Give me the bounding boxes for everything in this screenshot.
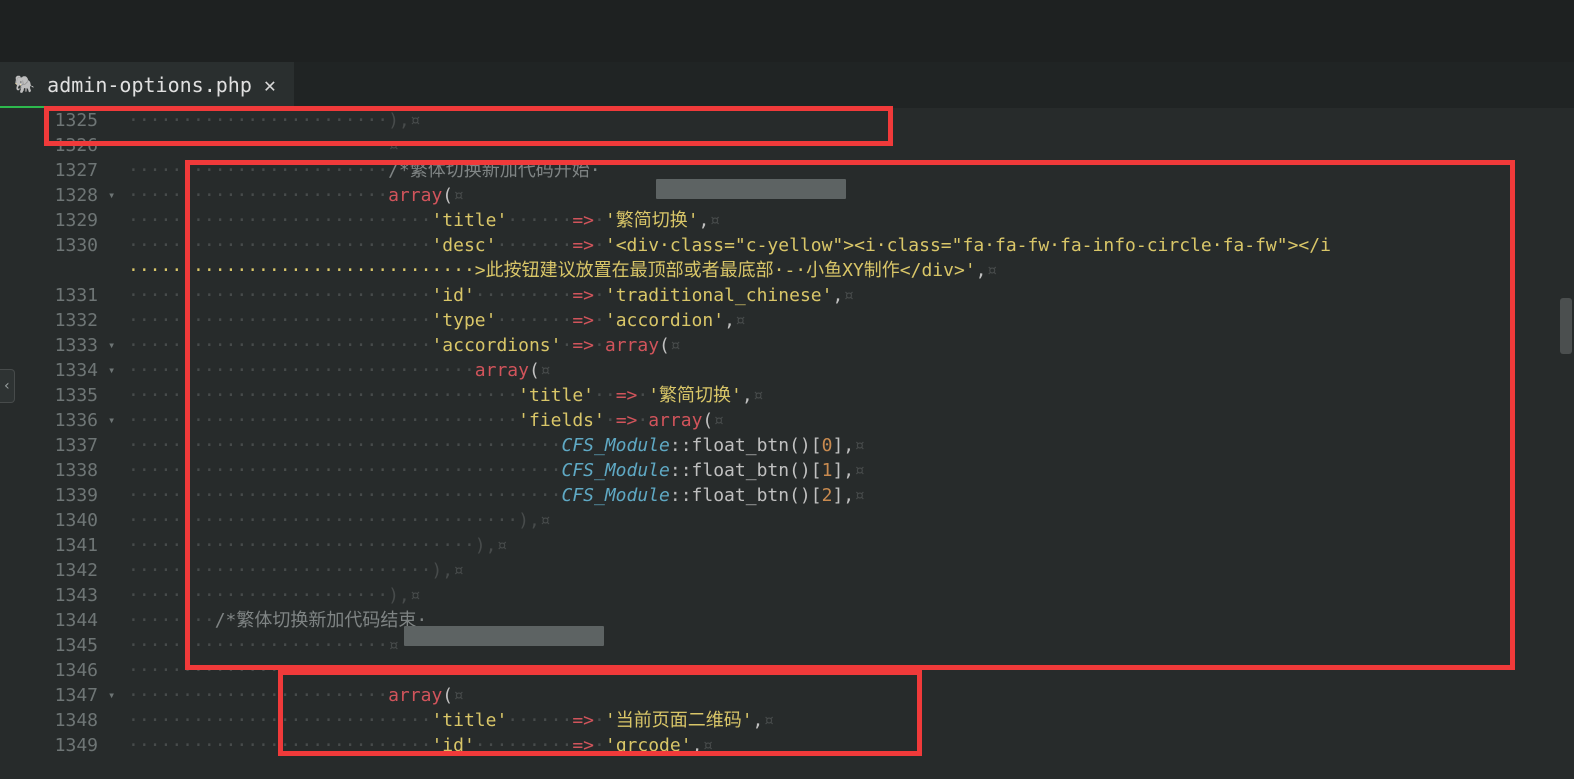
line-number: 1334 <box>0 358 108 383</box>
code-line[interactable]: ········································… <box>128 458 1554 483</box>
fold-marker[interactable] <box>108 658 128 683</box>
fold-marker[interactable] <box>108 233 128 258</box>
code-line[interactable]: ································),¤ <box>128 533 1554 558</box>
code-line[interactable]: ····························'desc'······… <box>128 233 1554 258</box>
fold-marker[interactable] <box>108 308 128 333</box>
code-line[interactable]: ····························'id'········… <box>128 733 1554 758</box>
line-number: 1325 <box>0 108 108 133</box>
code-line[interactable]: ································array(¤ <box>128 358 1554 383</box>
vertical-scrollbar[interactable] <box>1558 216 1572 756</box>
line-number: 1335 <box>0 383 108 408</box>
line-number: 1344 <box>0 608 108 633</box>
code-editor[interactable]: 1325 1326 1327 1328▾ 1329 1330 1331 1332… <box>0 108 1574 779</box>
fold-marker[interactable] <box>108 133 128 158</box>
line-number: 1340 <box>0 508 108 533</box>
line-number: 1345 <box>0 633 108 658</box>
fold-marker[interactable]: ▾ <box>108 683 128 708</box>
fold-marker[interactable]: ▾ <box>108 408 128 433</box>
fold-marker[interactable]: ▾ <box>108 183 128 208</box>
fold-marker[interactable] <box>108 533 128 558</box>
code-line[interactable]: ····································'tit… <box>128 383 1554 408</box>
window-titlebar-area <box>0 0 1574 62</box>
fold-marker[interactable] <box>108 583 128 608</box>
fold-marker[interactable] <box>108 458 128 483</box>
code-line[interactable]: ································>此按钮建议放置… <box>128 258 1554 283</box>
line-number: 1331 <box>0 283 108 308</box>
line-number: 1332 <box>0 308 108 333</box>
fold-marker[interactable] <box>108 733 128 758</box>
fold-marker[interactable] <box>108 608 128 633</box>
code-line[interactable]: ························¤ <box>128 658 1554 683</box>
panel-collapse-handle[interactable]: ‹ <box>0 369 15 403</box>
code-line[interactable]: ························¤ <box>128 633 1554 658</box>
fold-marker[interactable] <box>108 433 128 458</box>
line-number: 1346 <box>0 658 108 683</box>
code-line[interactable]: ························array(¤ <box>128 683 1554 708</box>
fold-marker[interactable] <box>108 283 128 308</box>
fold-marker[interactable]: ▾ <box>108 358 128 383</box>
line-number <box>0 258 108 283</box>
line-number-gutter: 1325 1326 1327 1328▾ 1329 1330 1331 1332… <box>0 108 128 758</box>
code-line[interactable]: ····························),¤ <box>128 558 1554 583</box>
fold-marker[interactable] <box>108 483 128 508</box>
line-number: 1339 <box>0 483 108 508</box>
line-number: 1329 <box>0 208 108 233</box>
line-number: 1348 <box>0 708 108 733</box>
code-line[interactable]: ····························'title'·····… <box>128 708 1554 733</box>
code-line[interactable]: ····································'fie… <box>128 408 1554 433</box>
editor-tab-bar: 🐘 admin-options.php ✕ <box>0 62 1574 108</box>
code-line[interactable]: ········/*繁体切换新加代码结束· <box>128 608 1554 633</box>
fold-marker[interactable] <box>108 558 128 583</box>
scrollbar-thumb[interactable] <box>1560 298 1572 354</box>
line-number: 1338 <box>0 458 108 483</box>
redaction-bar <box>656 179 846 199</box>
code-line[interactable]: ········································… <box>128 483 1554 508</box>
code-line[interactable]: ························¤ <box>128 133 1554 158</box>
line-number: 1343 <box>0 583 108 608</box>
line-number: 1347 <box>0 683 108 708</box>
code-line[interactable]: ····························'title'·····… <box>128 208 1554 233</box>
fold-marker[interactable] <box>108 108 128 133</box>
fold-marker[interactable] <box>108 633 128 658</box>
line-number: 1349 <box>0 733 108 758</box>
line-number: 1328 <box>0 183 108 208</box>
php-file-icon: 🐘 <box>14 75 35 95</box>
line-number: 1333 <box>0 333 108 358</box>
line-number: 1330 <box>0 233 108 258</box>
fold-marker[interactable] <box>108 258 128 283</box>
fold-marker[interactable] <box>108 383 128 408</box>
fold-marker[interactable] <box>108 508 128 533</box>
code-content[interactable]: ························),¤ ············… <box>128 108 1574 758</box>
fold-marker[interactable] <box>108 208 128 233</box>
code-line[interactable]: ····································),¤ <box>128 508 1554 533</box>
close-icon[interactable]: ✕ <box>264 73 276 97</box>
line-number: 1337 <box>0 433 108 458</box>
line-number: 1341 <box>0 533 108 558</box>
file-tab-label: admin-options.php <box>47 73 252 97</box>
code-line[interactable]: ····························'type'······… <box>128 308 1554 333</box>
code-line[interactable]: ····························'accordions'… <box>128 333 1554 358</box>
line-number: 1336 <box>0 408 108 433</box>
fold-marker[interactable] <box>108 708 128 733</box>
file-tab-active[interactable]: 🐘 admin-options.php ✕ <box>0 62 294 108</box>
line-number: 1327 <box>0 158 108 183</box>
code-line[interactable]: ························),¤ <box>128 108 1554 133</box>
line-number: 1342 <box>0 558 108 583</box>
line-number: 1326 <box>0 133 108 158</box>
redaction-bar <box>404 626 604 646</box>
fold-marker[interactable] <box>108 158 128 183</box>
code-line[interactable]: ····························'id'········… <box>128 283 1554 308</box>
fold-marker[interactable]: ▾ <box>108 333 128 358</box>
code-line[interactable]: ········································… <box>128 433 1554 458</box>
code-line[interactable]: ························),¤ <box>128 583 1554 608</box>
